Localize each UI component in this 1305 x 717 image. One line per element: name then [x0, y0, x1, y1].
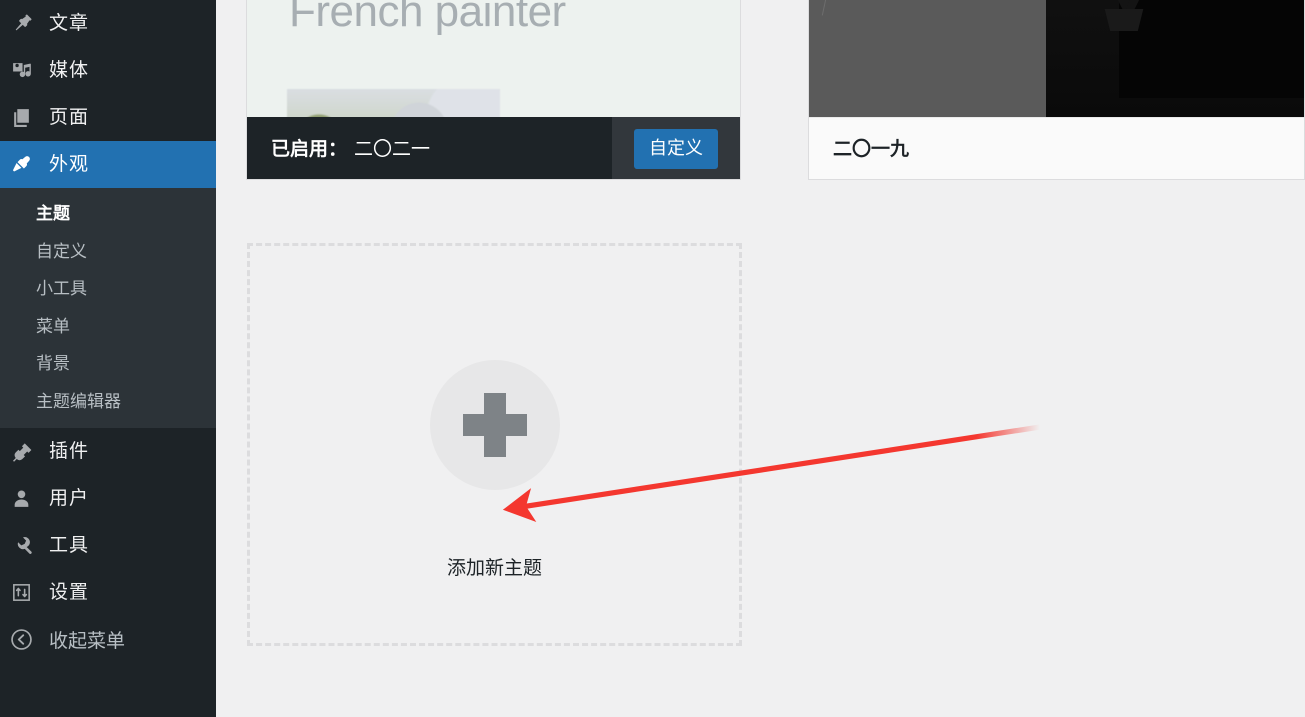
submenu-item-customize[interactable]: 自定义: [0, 233, 216, 271]
appearance-submenu: 主题 自定义 小工具 菜单 背景 主题编辑器: [0, 188, 216, 428]
theme-card-footer: 已启用： 二〇二一 自定义: [247, 117, 740, 179]
sidebar-item-pages[interactable]: 页面: [0, 94, 216, 141]
submenu-item-widgets[interactable]: 小工具: [0, 270, 216, 308]
sidebar-item-label: 工具: [49, 535, 90, 556]
sidebar-item-posts[interactable]: 文章: [0, 0, 216, 47]
sidebar-item-appearance[interactable]: 外观: [0, 141, 224, 188]
sidebar-item-label: 文章: [49, 13, 90, 34]
sidebar-item-label: 媒体: [49, 60, 90, 81]
active-status-label: 已启用：: [271, 138, 348, 160]
theme-card-footer: 二〇一九: [809, 117, 1304, 179]
sidebar-item-label: 用户: [49, 488, 90, 509]
plus-icon: [462, 393, 527, 457]
appearance-brush-icon: [10, 154, 32, 176]
sidebar-item-label: 外观: [49, 154, 90, 175]
active-theme-name: 已启用： 二〇二一: [247, 140, 430, 159]
theme-card-actions: 自定义: [612, 117, 740, 179]
theme-screenshot-twentynineteen: 20 21 22 23 24 27 28 Digital strategy fo…: [809, 0, 1304, 117]
add-new-theme-card[interactable]: 添加新主题: [247, 243, 742, 646]
sidebar-item-label: 设置: [49, 582, 90, 603]
submenu-item-themes[interactable]: 主题: [0, 195, 216, 233]
collapse-arrow-icon: [10, 628, 32, 650]
sidebar-item-label: 插件: [49, 441, 90, 462]
wrench-icon: [10, 535, 32, 557]
collapse-menu-button[interactable]: 收起菜单: [0, 616, 216, 662]
add-new-theme-label: 添加新主题: [446, 558, 542, 579]
theme-preview-photo: [287, 89, 500, 117]
active-theme-title: 二〇二一: [354, 138, 431, 160]
plant-pot: [1104, 9, 1144, 31]
theme-screenshot-twentytwentyone: French painter: [247, 0, 740, 117]
admin-sidebar: 文章 媒体 页面 外观 主题 自定义 小工具 菜单 背景 主题编辑器 插件 用户…: [0, 0, 224, 717]
theme-card-twentynineteen[interactable]: 20 21 22 23 24 27 28 Digital strategy fo…: [808, 0, 1305, 180]
plugin-plug-icon: [10, 441, 32, 463]
submenu-item-background[interactable]: 背景: [0, 345, 216, 383]
plant: [1075, 0, 1182, 31]
submenu-item-theme-editor[interactable]: 主题编辑器: [0, 383, 216, 421]
sidebar-item-settings[interactable]: 设置: [0, 569, 216, 616]
theme-preview-title: French painter: [289, 0, 566, 36]
themes-content-area: French painter 已启用：二〇二一 自定义 20 21 22: [216, 0, 1305, 717]
user-icon: [10, 488, 32, 510]
theme-card-active[interactable]: French painter 已启用： 二〇二一 自定义: [246, 0, 741, 180]
customize-button[interactable]: 自定义: [634, 129, 718, 169]
collapse-menu-label: 收起菜单: [49, 630, 126, 652]
pages-icon: [10, 107, 32, 129]
sidebar-item-plugins[interactable]: 插件: [0, 428, 216, 475]
submenu-item-menus[interactable]: 菜单: [0, 308, 216, 346]
theme-preview-image: 20 21 22 23 24 27 28: [809, 0, 1304, 117]
dry-stalk: [821, 0, 834, 16]
pin-icon: [10, 13, 32, 35]
sidebar-item-label: 页面: [49, 107, 90, 128]
current-menu-pointer-icon: [216, 156, 224, 173]
theme-name: 二〇一九: [833, 139, 910, 160]
sidebar-item-tools[interactable]: 工具: [0, 522, 216, 569]
add-new-theme-circle: [429, 360, 560, 490]
sidebar-item-users[interactable]: 用户: [0, 475, 216, 522]
sidebar-item-media[interactable]: 媒体: [0, 47, 216, 94]
settings-sliders-icon: [10, 582, 32, 604]
media-icon: [10, 60, 32, 82]
